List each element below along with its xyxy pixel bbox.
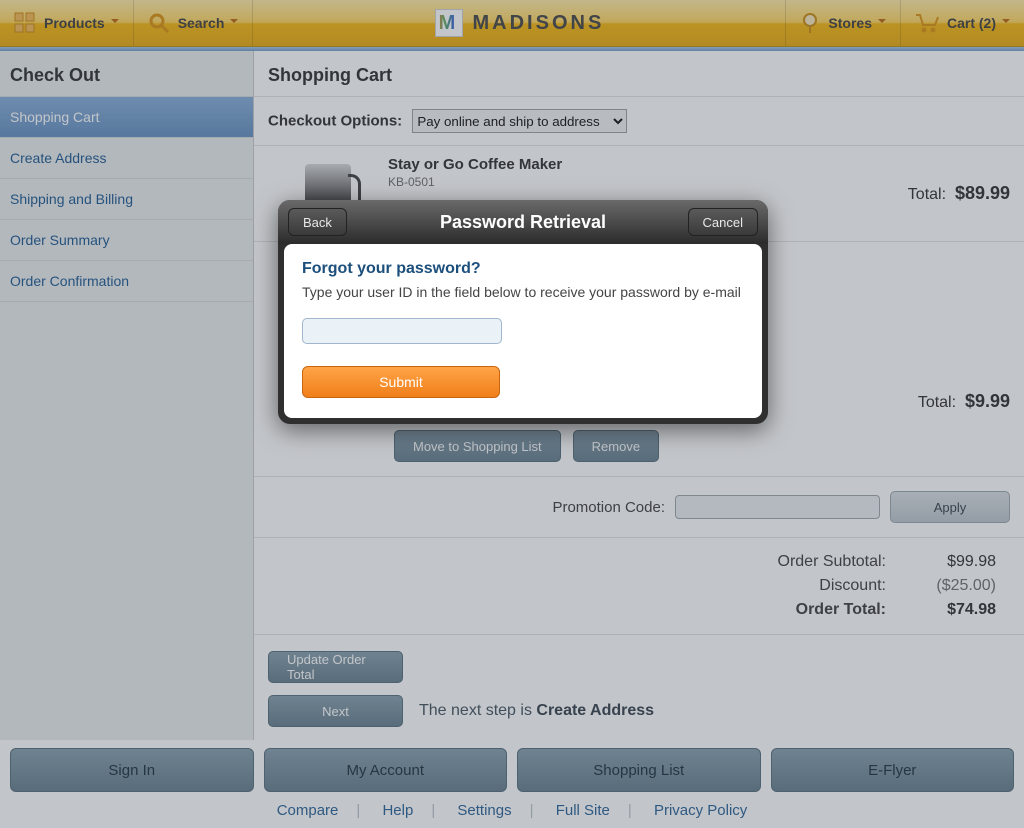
modal-heading: Forgot your password? [302, 260, 744, 278]
modal-title: Password Retrieval [440, 212, 606, 233]
user-id-input[interactable] [302, 318, 502, 344]
password-retrieval-modal: Back Password Retrieval Cancel Forgot yo… [278, 200, 768, 424]
submit-button[interactable]: Submit [302, 366, 500, 398]
modal-back-button[interactable]: Back [288, 208, 347, 236]
modal-desc: Type your user ID in the field below to … [302, 284, 744, 300]
modal-cancel-button[interactable]: Cancel [688, 208, 758, 236]
